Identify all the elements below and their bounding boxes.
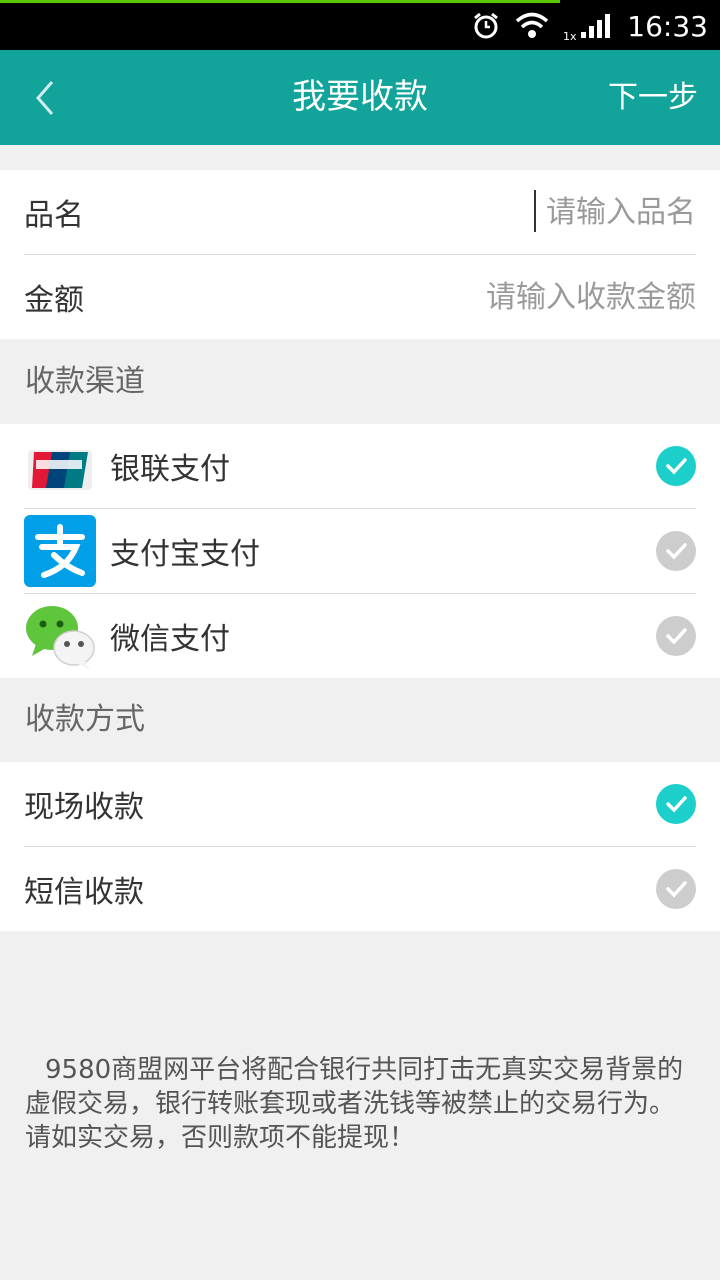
signal-icon: 1x <box>563 10 613 42</box>
signal-tag: 1x <box>563 30 577 42</box>
channel-unionpay[interactable]: 银联支付 <box>24 424 696 509</box>
method-onsite-checkbox[interactable] <box>656 784 696 824</box>
channel-label: 支付宝支付 <box>110 537 260 572</box>
method-label: 现场收款 <box>24 790 144 825</box>
method-onsite[interactable]: 现场收款 <box>24 762 696 847</box>
payment-method-list: 现场收款 短信收款 <box>0 762 720 931</box>
product-name-input[interactable] <box>336 194 696 230</box>
status-bar: 1x 16:33 <box>0 0 720 50</box>
channel-wechat[interactable]: 微信支付 <box>24 594 696 678</box>
checkmark-icon <box>666 543 687 560</box>
payment-channel-list: 银联支付 支付宝支付 微信支付 <box>0 424 720 678</box>
next-step-button[interactable]: 下一步 <box>608 50 698 145</box>
payment-method-title: 收款方式 <box>25 702 145 737</box>
channel-label: 微信支付 <box>110 622 230 657</box>
method-sms[interactable]: 短信收款 <box>24 847 696 931</box>
method-label: 短信收款 <box>24 875 144 910</box>
payment-channel-title: 收款渠道 <box>25 364 145 399</box>
anti-fraud-notice: 9580商盟网平台将配合银行共同打击无真实交易背景的虚假交易，银行转账套现或者洗… <box>25 1055 684 1153</box>
amount-input[interactable] <box>336 279 696 315</box>
amount-row: 金额 <box>24 255 696 339</box>
method-sms-checkbox[interactable] <box>656 869 696 909</box>
unionpay-logo-icon <box>24 430 96 502</box>
text-cursor <box>534 190 536 232</box>
wifi-icon <box>515 12 549 40</box>
checkmark-icon <box>666 796 687 813</box>
channel-wechat-checkbox[interactable] <box>656 616 696 656</box>
app-bar: 我要收款 下一步 <box>0 50 720 145</box>
checkmark-icon <box>666 628 687 645</box>
channel-label: 银联支付 <box>110 452 230 487</box>
channel-alipay[interactable]: 支付宝支付 <box>24 509 696 594</box>
alarm-icon <box>471 11 501 41</box>
status-icons: 1x 16:33 <box>471 8 708 44</box>
amount-label: 金额 <box>24 283 84 318</box>
payment-channel-header: 收款渠道 <box>0 340 720 424</box>
checkmark-icon <box>666 458 687 475</box>
channel-unionpay-checkbox[interactable] <box>656 446 696 486</box>
product-form: 品名 金额 <box>0 170 720 339</box>
product-name-label: 品名 <box>24 198 84 233</box>
status-progress-line <box>0 0 560 3</box>
wechat-logo-icon <box>24 600 96 672</box>
product-name-row: 品名 <box>24 170 696 255</box>
alipay-logo-icon <box>24 515 96 587</box>
status-time: 16:33 <box>627 9 708 43</box>
channel-alipay-checkbox[interactable] <box>656 531 696 571</box>
payment-method-header: 收款方式 <box>0 678 720 762</box>
checkmark-icon <box>666 881 687 898</box>
